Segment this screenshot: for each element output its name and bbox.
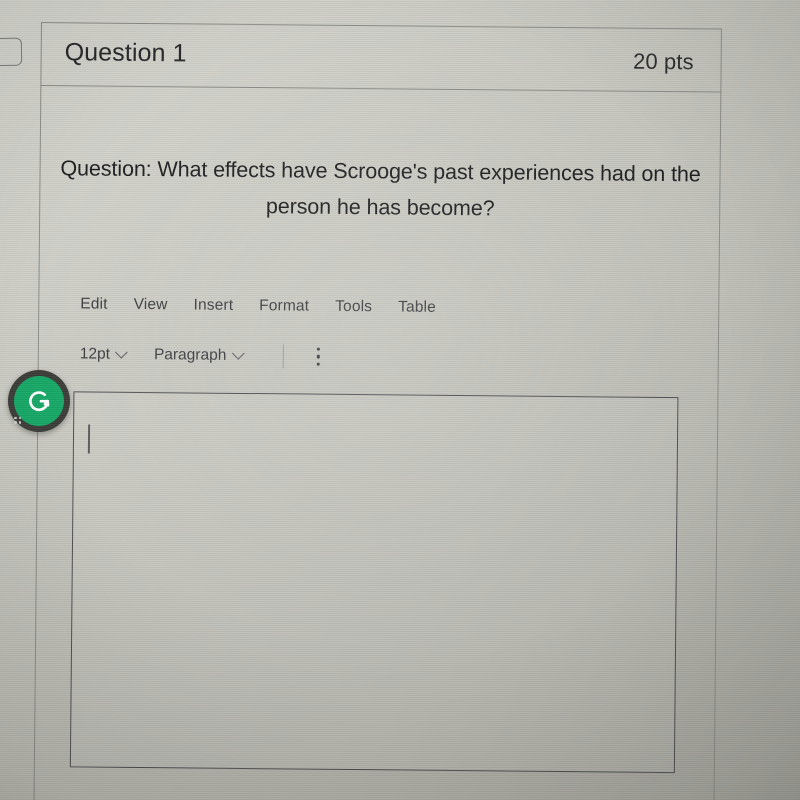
rich-text-editor-area[interactable]: [69, 391, 679, 774]
ellipsis-dot: [316, 347, 321, 351]
menu-item-edit[interactable]: Edit: [80, 295, 107, 313]
menu-item-table[interactable]: Table: [398, 298, 436, 316]
block-format-select[interactable]: Paragraph: [153, 346, 245, 365]
editor-statusbar: p: [69, 787, 719, 800]
question-header: Question 1 20 pts: [40, 22, 722, 93]
question-points: 20 pts: [633, 48, 694, 74]
quiz-question-card: Question 1 20 pts Question: What effects…: [33, 22, 723, 800]
editor-toolbar: 12pt Paragraph: [80, 341, 322, 369]
toolbar-divider: [282, 344, 284, 369]
chevron-down-icon: [115, 345, 128, 359]
cut-off-edge-widget: [0, 37, 23, 67]
ellipsis-dot: [316, 362, 320, 366]
vertical-ellipsis-icon[interactable]: [315, 346, 323, 368]
question-body: Question: What effects have Scrooge's pa…: [33, 87, 721, 800]
menu-item-insert[interactable]: Insert: [193, 296, 233, 314]
editor-menubar: Edit View Insert Format Tools Table: [80, 295, 436, 316]
menu-item-format[interactable]: Format: [259, 297, 309, 315]
text-caret: [87, 424, 90, 454]
page-title: Question 1: [64, 38, 187, 68]
chevron-down-icon: [231, 346, 245, 360]
font-size-value: 12pt: [79, 345, 111, 363]
question-prompt-text: Question: What effects have Scrooge's pa…: [60, 156, 701, 221]
font-size-select[interactable]: 12pt: [79, 345, 128, 363]
block-format-value: Paragraph: [153, 346, 227, 364]
grammarly-drag-dots-icon: [14, 416, 22, 424]
grammarly-badge[interactable]: [8, 370, 70, 432]
ellipsis-dot: [316, 354, 321, 359]
menu-item-view[interactable]: View: [134, 296, 168, 314]
grammarly-logo-icon: [14, 376, 64, 426]
menu-item-tools[interactable]: Tools: [335, 298, 372, 316]
